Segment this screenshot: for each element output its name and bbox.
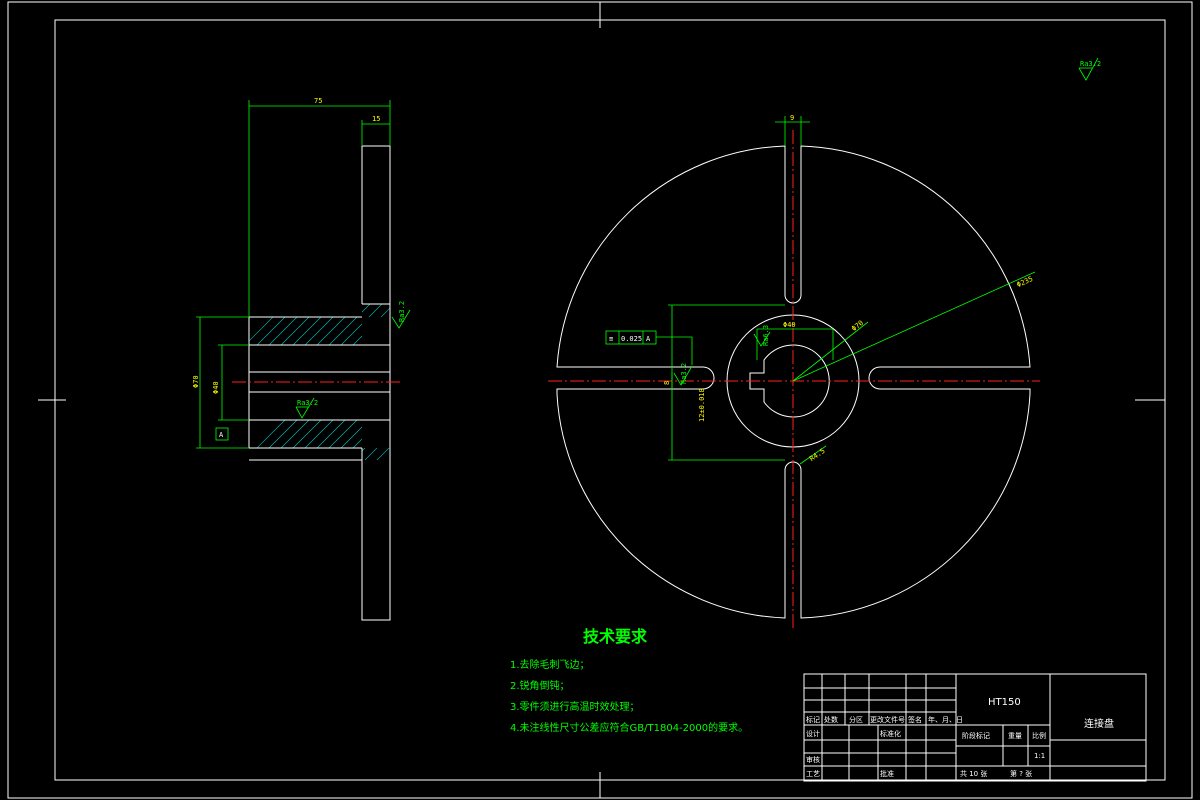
tolerance-symbol: ≡ xyxy=(609,335,613,343)
tech-item: 1.去除毛刺飞边； xyxy=(510,658,590,671)
tb-material: HT150 xyxy=(988,697,1021,708)
dim-key: 8 xyxy=(663,381,671,385)
tb-scale-label: 比例 xyxy=(1032,731,1046,740)
dim-keyway-width: 12±0.018 xyxy=(698,388,706,422)
dim-slot-width: 9 xyxy=(790,114,794,122)
tb-sheet-no: 第 ? 张 xyxy=(1010,769,1032,778)
side-view: 75 15 Φ70 Φ40 A Ra3.2 Ra3.2 xyxy=(192,97,411,621)
tech-item: 4.未注线性尺寸公差应符合GB/T1804-2000的要求。 xyxy=(510,721,748,734)
general-roughness-symbol: Ra3.2 xyxy=(1078,57,1101,81)
tech-item: 3.零件须进行高温时效处理； xyxy=(510,700,640,713)
tolerance-frame: ≡ 0.025 A xyxy=(605,330,693,365)
roughness-side: Ra6.3 xyxy=(762,325,770,346)
tb-process: 工艺 xyxy=(806,770,820,778)
roughness-bore: Ra3.2 xyxy=(297,399,318,407)
dim-bore: Φ40 xyxy=(783,321,796,329)
frame-border xyxy=(54,19,1166,781)
tech-requirements: 技术要求 1.去除毛刺飞边； 2.锐角倒钝； 3.零件须进行高温时效处理； 4.… xyxy=(510,627,748,734)
tb-standard: 标准化 xyxy=(880,729,901,738)
dim-outer-dia: Φ70 xyxy=(192,375,200,388)
tb-review: 审核 xyxy=(806,755,820,764)
dim-length: 75 xyxy=(314,97,322,105)
tb-sheets-total: 共 10 张 xyxy=(960,769,987,778)
tb-header: 分区 xyxy=(849,715,863,724)
dim-hub: Φ70 xyxy=(850,319,865,333)
tolerance-value: 0.025 xyxy=(621,335,642,343)
title-block: 标记 处数 分区 更改文件号 签名 年、月、日 设计 标准化 审核 工艺 批准 … xyxy=(803,673,1147,782)
tb-approve: 批准 xyxy=(880,769,894,778)
datum-a: A xyxy=(219,431,224,439)
roughness-keyway: Ra3.2 xyxy=(680,363,688,384)
tb-header: 年、月、日 xyxy=(928,715,963,724)
tech-item: 2.锐角倒钝； xyxy=(510,679,570,692)
dim-slot-r: R4.5 xyxy=(808,447,826,463)
tb-header: 处数 xyxy=(824,715,838,724)
tb-header: 标记 xyxy=(806,715,820,724)
tb-stage-mark: 阶段标记 xyxy=(962,731,990,740)
flange-outline xyxy=(249,145,391,621)
tb-design: 设计 xyxy=(806,729,820,738)
tb-header: 签名 xyxy=(908,715,922,724)
dim-bore-dia: Φ40 xyxy=(212,381,220,394)
tolerance-datum: A xyxy=(646,335,651,343)
tb-weight: 重量 xyxy=(1008,732,1022,740)
tech-requirements-title: 技术要求 xyxy=(583,627,648,646)
tb-header: 更改文件号 xyxy=(870,715,905,724)
dim-flange: 15 xyxy=(372,115,380,123)
dim-outer: Φ235 xyxy=(1016,275,1035,289)
hatching-top xyxy=(249,304,390,345)
sheet-border xyxy=(7,1,1193,799)
general-roughness-label: Ra3.2 xyxy=(1080,60,1101,68)
dim-outer-leader xyxy=(792,271,1036,382)
roughness-top: Ra3.2 xyxy=(398,301,406,322)
hatching-bottom xyxy=(249,420,390,460)
tb-part-name: 连接盘 xyxy=(1084,717,1114,730)
cad-drawing-canvas: Ra3.2 75 15 Φ70 Φ40 A Ra3.2 Ra3.2 9 Φ235… xyxy=(7,1,1193,799)
tb-scale-value: 1:1 xyxy=(1034,752,1045,760)
front-view: 9 Φ235 Φ70 Φ40 12±0.018 R4.5 8 Ra3.2 Ra6… xyxy=(548,114,1040,630)
